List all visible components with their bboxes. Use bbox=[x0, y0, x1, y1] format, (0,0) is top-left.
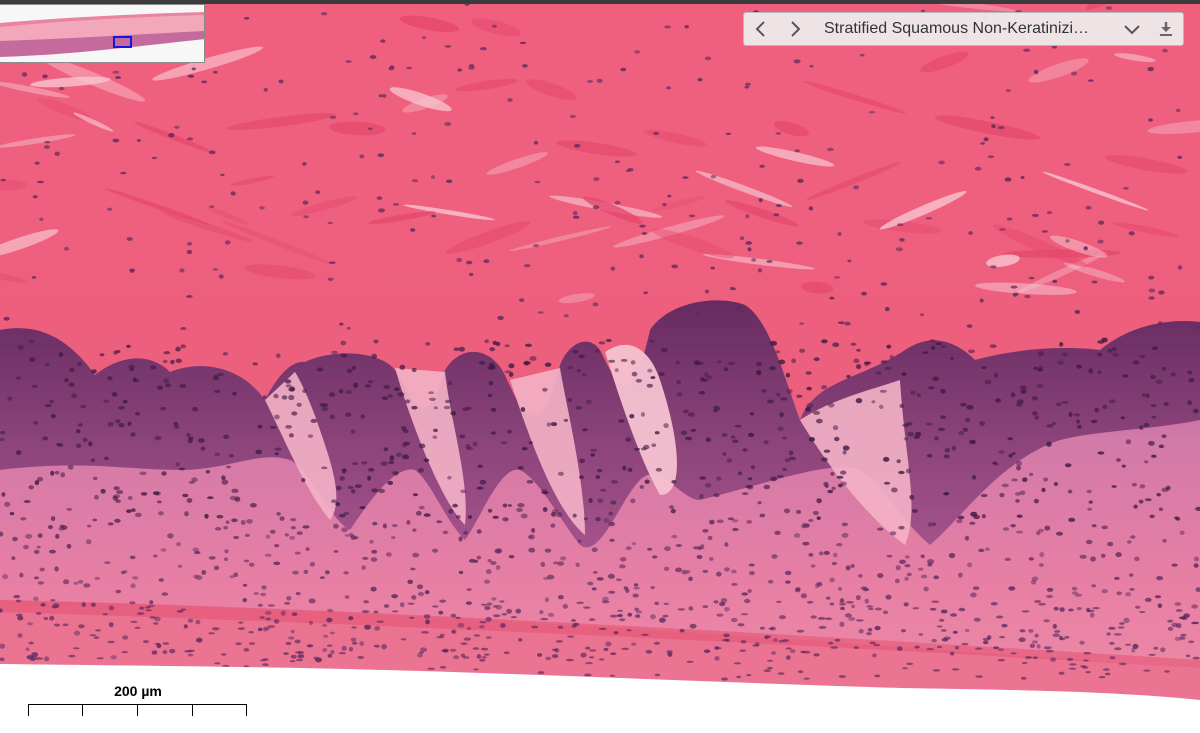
minimap-viewport-indicator[interactable] bbox=[113, 36, 132, 48]
chevron-right-icon bbox=[791, 21, 801, 37]
download-button[interactable] bbox=[1149, 13, 1183, 45]
minimap-navigator[interactable] bbox=[0, 4, 205, 63]
minimap-thumbnail bbox=[0, 5, 204, 62]
chevron-down-icon bbox=[1124, 25, 1140, 35]
chevron-left-icon bbox=[755, 21, 765, 37]
histology-slide-image[interactable] bbox=[0, 0, 1200, 733]
slide-title-bar: Stratified Squamous Non-Keratinizi… bbox=[743, 12, 1184, 46]
scale-bar-ruler bbox=[28, 704, 247, 716]
slide-title[interactable]: Stratified Squamous Non-Keratinizi… bbox=[812, 20, 1115, 38]
next-slide-button[interactable] bbox=[778, 13, 812, 45]
slide-menu-dropdown-button[interactable] bbox=[1115, 13, 1149, 45]
previous-slide-button[interactable] bbox=[744, 13, 778, 45]
slide-viewport[interactable]: Stratified Squamous Non-Keratinizi… 200 … bbox=[0, 0, 1200, 733]
scale-bar-label: 200 µm bbox=[114, 683, 162, 699]
scale-bar: 200 µm bbox=[28, 680, 248, 716]
download-icon bbox=[1160, 22, 1172, 36]
